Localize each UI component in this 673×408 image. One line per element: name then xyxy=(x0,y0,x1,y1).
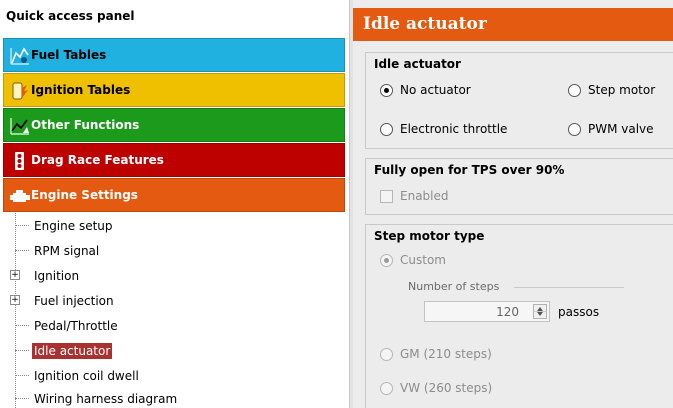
engine-icon xyxy=(10,190,30,202)
category-label: Engine Settings xyxy=(31,188,138,202)
category-label: Ignition Tables xyxy=(31,83,131,97)
number-of-steps-label: Number of steps xyxy=(408,280,500,293)
enabled-checkbox[interactable] xyxy=(380,190,393,203)
settings-panel: Idle actuator Idle actuator No actuator … xyxy=(353,0,673,408)
tree-item-label: Idle actuator xyxy=(32,343,113,359)
other-functions-icon xyxy=(10,118,29,135)
category-fuel-tables[interactable]: Fuel Tables xyxy=(3,38,345,72)
quick-access-panel: Quick access panel Fuel Tables Ignition … xyxy=(0,0,349,408)
subgroup-divider xyxy=(514,287,624,288)
panel-title: Idle actuator xyxy=(363,14,487,34)
tree-item-label: RPM signal xyxy=(34,244,100,258)
idle-actuator-group: Idle actuator No actuator Step motor Ele… xyxy=(365,52,673,149)
category-drag-race-features[interactable]: Drag Race Features xyxy=(3,143,345,177)
category-label: Drag Race Features xyxy=(31,153,164,167)
panel-header: Idle actuator xyxy=(353,8,673,41)
tree-item-label: Pedal/Throttle xyxy=(34,319,118,333)
steps-unit-label: passos xyxy=(558,305,600,319)
radio-icon xyxy=(568,123,581,136)
tps-full-open-group: Fully open for TPS over 90% Enabled xyxy=(365,158,673,215)
expand-ignition-toggle[interactable]: + xyxy=(10,270,20,280)
number-of-steps-input[interactable]: 120 xyxy=(424,301,550,322)
spin-down-icon xyxy=(537,312,543,316)
tree-item-label: Engine setup xyxy=(34,219,113,233)
radio-icon xyxy=(380,123,393,136)
step-motor-type-group: Step motor type Custom Number of steps 1… xyxy=(365,224,673,408)
tree-item-label: Ignition xyxy=(34,269,80,283)
quick-access-title: Quick access panel xyxy=(6,9,135,23)
expand-fuel-injection-toggle[interactable]: + xyxy=(10,295,20,305)
category-engine-settings[interactable]: Engine Settings xyxy=(3,178,345,212)
tree-guide-line xyxy=(15,213,16,408)
enabled-label: Enabled xyxy=(400,189,449,203)
radio-icon xyxy=(380,348,393,361)
radio-selected-icon xyxy=(380,84,393,97)
tree-item-label: Fuel injection xyxy=(34,294,114,308)
group-title: Step motor type xyxy=(374,229,485,243)
drag-race-icon xyxy=(15,152,24,170)
category-ignition-tables[interactable]: Ignition Tables xyxy=(3,73,345,107)
group-title: Fully open for TPS over 90% xyxy=(374,163,565,177)
fuel-table-icon xyxy=(10,47,29,65)
group-title: Idle actuator xyxy=(374,57,461,71)
number-of-steps-value: 120 xyxy=(496,305,519,319)
steps-spinner[interactable] xyxy=(533,304,547,319)
radio-selected-icon xyxy=(380,254,393,267)
radio-icon xyxy=(380,382,393,395)
ignition-table-icon xyxy=(12,82,28,100)
category-label: Other Functions xyxy=(31,118,140,132)
tree-item-label: Wiring harness diagram xyxy=(34,392,178,406)
category-label: Fuel Tables xyxy=(31,48,107,62)
radio-icon xyxy=(568,84,581,97)
category-other-functions[interactable]: Other Functions xyxy=(3,108,345,142)
tree-item-label: Ignition coil dwell xyxy=(34,369,139,383)
